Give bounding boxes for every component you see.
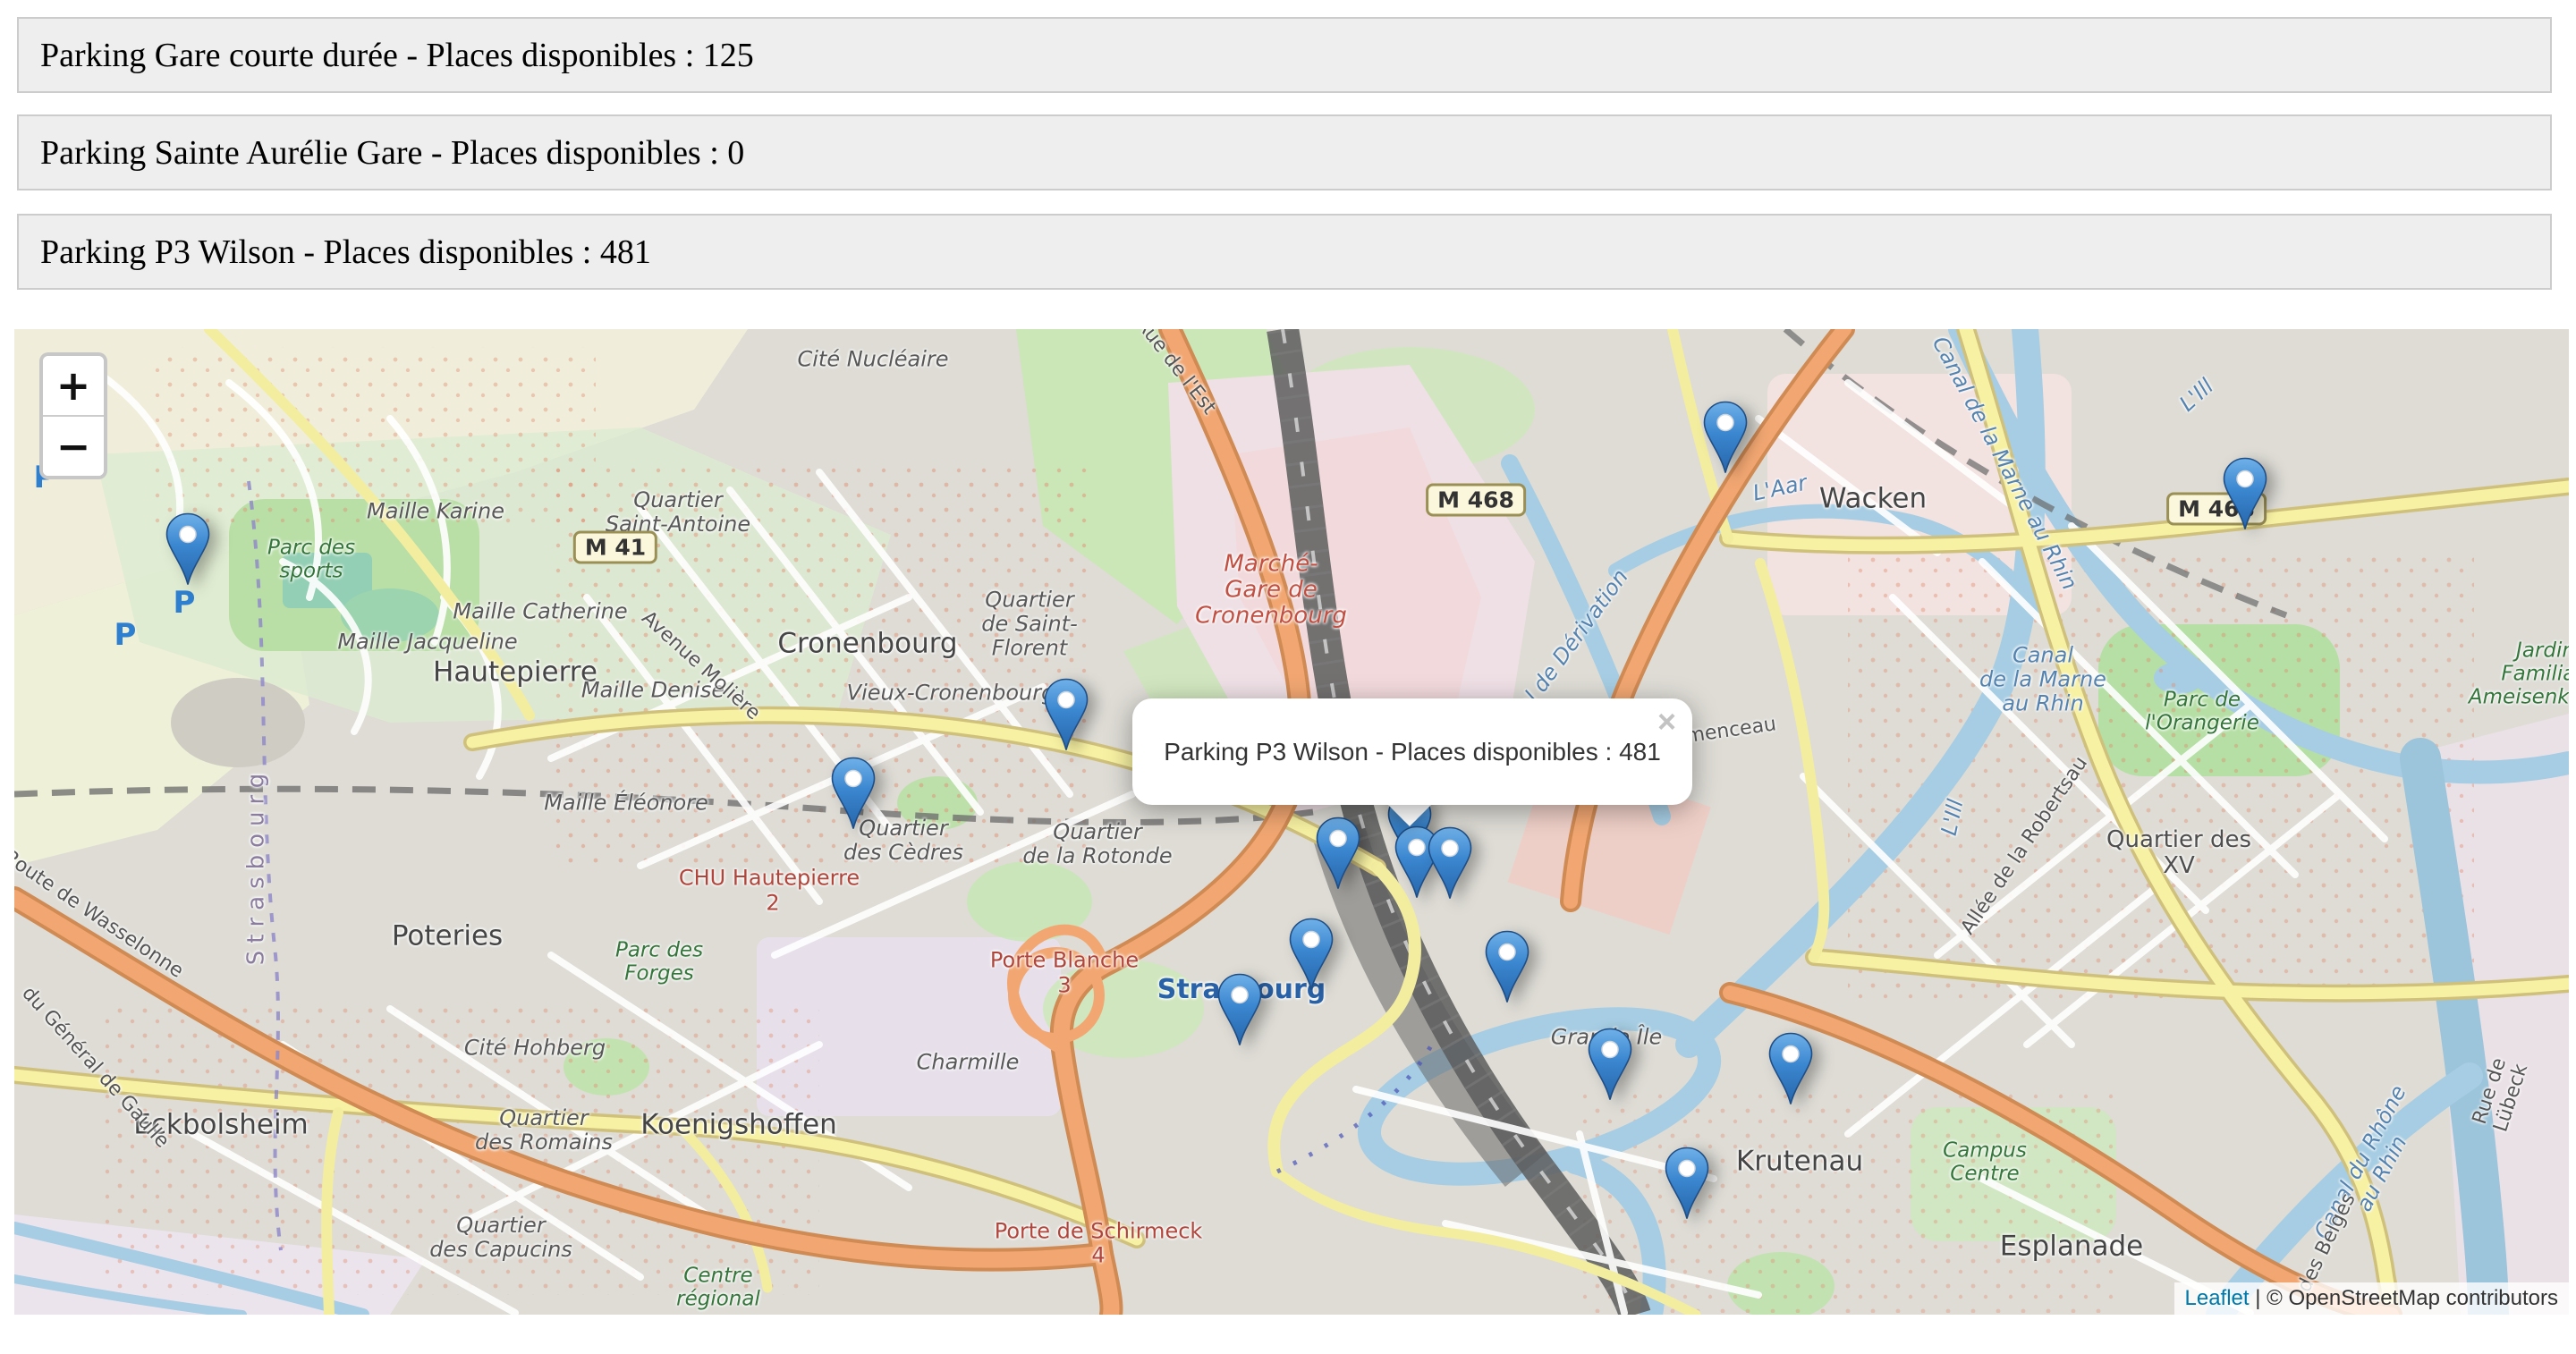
- marker-pin-icon: [165, 512, 210, 586]
- marker-pin-icon: [1703, 401, 1748, 474]
- marker-pin-icon: [1768, 1032, 1813, 1105]
- zoom-in-button[interactable]: +: [43, 356, 104, 415]
- marker-pin-icon: [1217, 973, 1262, 1046]
- parking-info-label: Parking Sainte Aurélie Gare - Places dis…: [40, 133, 744, 173]
- map-marker[interactable]: [1588, 1028, 1632, 1101]
- popup-text: Parking P3 Wilson - Places disponibles :…: [1164, 738, 1661, 766]
- map-attribution: Leaflet | © OpenStreetMap contributors: [2174, 1282, 2569, 1315]
- map-marker[interactable]: [831, 757, 876, 830]
- marker-pin-icon: [1289, 918, 1334, 991]
- map-marker[interactable]: [1044, 678, 1089, 751]
- zoom-control: + −: [39, 352, 107, 479]
- marker-pin-icon: [1428, 826, 1472, 900]
- map-marker[interactable]: [1428, 826, 1472, 900]
- leaflet-map[interactable]: Cité NucléaireQuartier Saint-AntoineMail…: [14, 329, 2569, 1315]
- marker-pin-icon: [1588, 1028, 1632, 1101]
- marker-pin-icon: [1665, 1147, 1709, 1220]
- page: Parking Gare courte durée - Places dispo…: [0, 0, 2576, 1354]
- marker-pin-icon: [1316, 817, 1360, 890]
- zoom-out-button[interactable]: −: [43, 415, 104, 476]
- map-canvas[interactable]: [14, 329, 2569, 1315]
- osm-attribution-text[interactable]: © OpenStreetMap contributors: [2267, 1286, 2558, 1310]
- popup-close-button[interactable]: ×: [1657, 706, 1676, 738]
- map-marker[interactable]: [1665, 1147, 1709, 1220]
- map-marker[interactable]: [1316, 817, 1360, 890]
- map-marker[interactable]: [2223, 457, 2267, 530]
- map-marker[interactable]: [1289, 918, 1334, 991]
- marker-pin-icon: [2223, 457, 2267, 530]
- parking-info-item: Parking Gare courte durée - Places dispo…: [17, 17, 2552, 93]
- map-marker[interactable]: [165, 512, 210, 586]
- attribution-separator: |: [2255, 1286, 2267, 1310]
- parking-info-item: Parking P3 Wilson - Places disponibles :…: [17, 214, 2552, 290]
- parking-info-item: Parking Sainte Aurélie Gare - Places dis…: [17, 114, 2552, 190]
- parking-info-label: Parking Gare courte durée - Places dispo…: [40, 36, 754, 75]
- map-marker[interactable]: [1768, 1032, 1813, 1105]
- marker-pin-icon: [831, 757, 876, 830]
- marker-pin-icon: [1044, 678, 1089, 751]
- leaflet-link[interactable]: Leaflet: [2185, 1286, 2250, 1310]
- map-marker[interactable]: [1485, 930, 1530, 1003]
- marker-pin-icon: [1485, 930, 1530, 1003]
- parking-info-label: Parking P3 Wilson - Places disponibles :…: [40, 233, 651, 272]
- map-marker[interactable]: [1217, 973, 1262, 1046]
- map-marker[interactable]: [1703, 401, 1748, 474]
- map-popup: Parking P3 Wilson - Places disponibles :…: [1132, 698, 1692, 805]
